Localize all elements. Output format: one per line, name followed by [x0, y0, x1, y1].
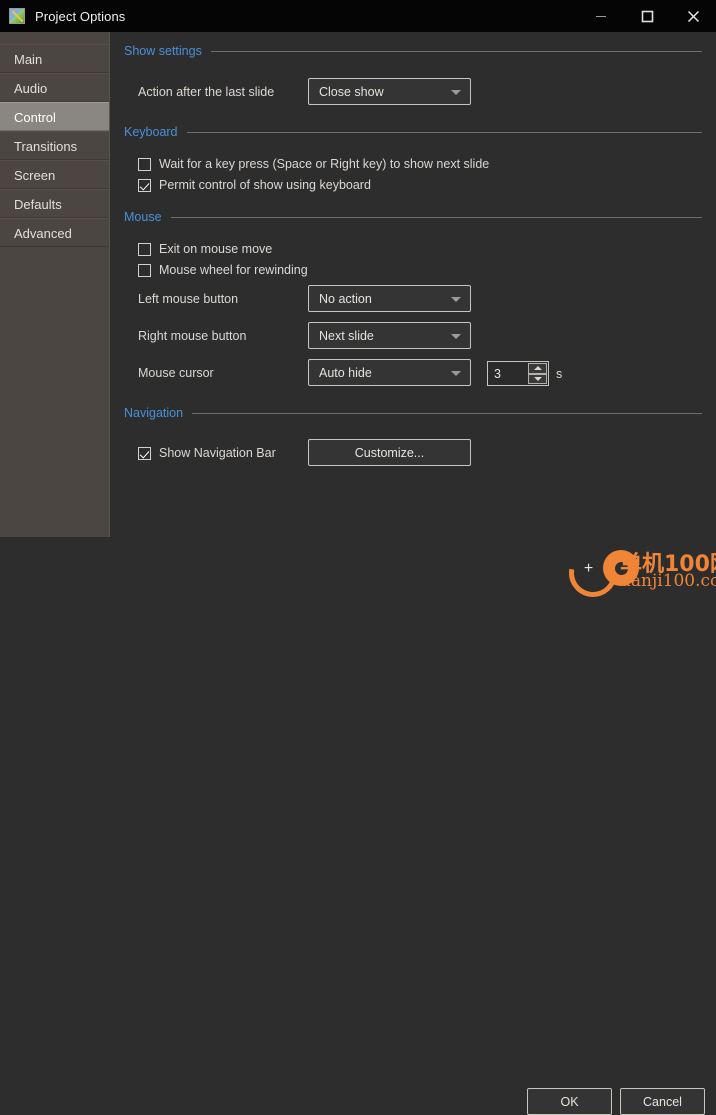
- sidebar-item-label: Main: [14, 52, 43, 67]
- mouse-cursor-dropdown[interactable]: Auto hide: [308, 359, 471, 386]
- sidebar-top-padding: [0, 32, 109, 44]
- section-header-show-settings: Show settings: [124, 44, 702, 58]
- left-mouse-button-dropdown[interactable]: No action: [308, 285, 471, 312]
- wait-for-key-press-checkbox[interactable]: [138, 157, 151, 171]
- section-header-mouse: Mouse: [124, 210, 702, 224]
- section-rule: [186, 131, 702, 133]
- chevron-down-icon: [451, 333, 461, 339]
- sidebar-item-label: Defaults: [14, 197, 62, 212]
- sidebar-item-label: Screen: [14, 168, 56, 183]
- window-controls: [578, 0, 716, 32]
- sidebar-item-control[interactable]: Control: [0, 102, 109, 131]
- sidebar-item-transitions[interactable]: Transitions: [0, 131, 109, 160]
- sidebar-item-screen[interactable]: Screen: [0, 160, 109, 189]
- exit-on-mouse-move-checkbox[interactable]: [138, 242, 151, 256]
- show-navigation-bar-checkbox-row[interactable]: Show Navigation Bar: [138, 446, 276, 460]
- sidebar-item-label: Audio: [14, 81, 48, 96]
- section-rule: [170, 216, 702, 218]
- customize-button[interactable]: Customize...: [308, 439, 471, 466]
- sidebar: Main Audio Control Transitions Screen De…: [0, 32, 110, 537]
- mouse-cursor-delay-unit: s: [556, 367, 563, 381]
- section-title: Navigation: [124, 406, 184, 420]
- wait-for-key-press-label: Wait for a key press (Space or Right key…: [159, 157, 490, 171]
- cancel-button[interactable]: Cancel: [620, 1088, 705, 1115]
- sidebar-item-audio[interactable]: Audio: [0, 73, 109, 102]
- chevron-down-icon: [451, 89, 461, 95]
- chevron-down-icon: [451, 370, 461, 376]
- section-title: Show settings: [124, 44, 202, 58]
- sidebar-item-label: Transitions: [14, 139, 78, 154]
- show-navigation-bar-checkbox[interactable]: [138, 446, 151, 460]
- window-title: Project Options: [35, 8, 126, 24]
- close-icon[interactable]: [670, 0, 716, 32]
- sidebar-item-advanced[interactable]: Advanced: [0, 218, 109, 247]
- permit-control-checkbox[interactable]: [138, 178, 151, 192]
- exit-on-mouse-move-label: Exit on mouse move: [159, 242, 273, 256]
- maximize-icon[interactable]: [624, 0, 670, 32]
- title-bar: Project Options: [0, 0, 716, 32]
- section-title: Keyboard: [124, 125, 178, 139]
- action-after-last-slide-label: Action after the last slide: [138, 85, 275, 99]
- app-image-icon: [9, 8, 25, 24]
- stepper-down-icon[interactable]: [528, 373, 547, 384]
- dropdown-value: No action: [319, 291, 372, 306]
- sidebar-item-label: Control: [14, 110, 56, 125]
- wait-for-key-press-checkbox-row[interactable]: Wait for a key press (Space or Right key…: [138, 157, 489, 171]
- app-icon-glyph: [12, 11, 23, 22]
- right-mouse-button-label: Right mouse button: [138, 329, 247, 343]
- permit-control-label: Permit control of show using keyboard: [159, 178, 371, 192]
- dropdown-value: Auto hide: [319, 365, 372, 380]
- section-rule: [210, 50, 702, 52]
- settings-content: Show settings Action after the last slid…: [111, 32, 716, 537]
- show-navigation-bar-label: Show Navigation Bar: [159, 446, 276, 460]
- stepper-buttons: [528, 363, 547, 384]
- mouse-cursor-label: Mouse cursor: [138, 366, 214, 380]
- ok-button[interactable]: OK: [527, 1088, 612, 1115]
- dialog-footer: OK Cancel: [0, 537, 716, 1115]
- exit-on-mouse-move-checkbox-row[interactable]: Exit on mouse move: [138, 242, 272, 256]
- mouse-cursor-delay-stepper[interactable]: 3: [487, 361, 549, 386]
- mouse-wheel-rewinding-checkbox-row[interactable]: Mouse wheel for rewinding: [138, 263, 308, 277]
- stepper-up-icon[interactable]: [528, 363, 547, 374]
- mouse-wheel-rewinding-label: Mouse wheel for rewinding: [159, 263, 308, 277]
- permit-control-checkbox-row[interactable]: Permit control of show using keyboard: [138, 178, 371, 192]
- section-rule: [192, 412, 702, 414]
- dropdown-value: Close show: [319, 84, 384, 99]
- left-mouse-button-label: Left mouse button: [138, 292, 239, 306]
- chevron-down-icon: [451, 296, 461, 302]
- minimize-icon[interactable]: [578, 0, 624, 32]
- action-after-last-slide-dropdown[interactable]: Close show: [308, 78, 471, 105]
- section-header-navigation: Navigation: [124, 406, 702, 420]
- section-header-keyboard: Keyboard: [124, 125, 702, 139]
- dropdown-value: Next slide: [319, 328, 374, 343]
- mouse-wheel-rewinding-checkbox[interactable]: [138, 263, 151, 277]
- sidebar-item-label: Advanced: [14, 226, 72, 241]
- sidebar-item-defaults[interactable]: Defaults: [0, 189, 109, 218]
- sidebar-item-main[interactable]: Main: [0, 44, 109, 73]
- section-title: Mouse: [124, 210, 162, 224]
- right-mouse-button-dropdown[interactable]: Next slide: [308, 322, 471, 349]
- stepper-value: 3: [494, 366, 501, 381]
